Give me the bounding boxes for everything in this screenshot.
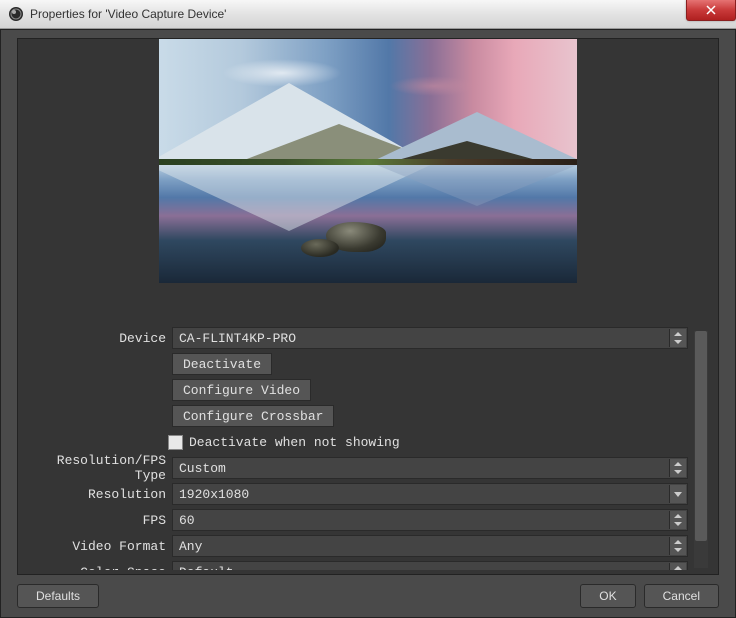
scrollbar[interactable] [694,331,708,568]
deactivate-when-not-showing-label: Deactivate when not showing [189,435,400,450]
video-preview [159,39,577,283]
video-format-combo[interactable]: Any [172,535,688,557]
resolution-fps-type-label: Resolution/FPS Type [18,453,172,483]
app-icon [8,6,24,22]
configure-video-button[interactable]: Configure Video [172,379,311,401]
chevron-down-icon[interactable] [669,485,686,503]
deactivate-when-not-showing-checkbox[interactable] [168,435,183,450]
content-panel: Device CA-FLINT4KP-PRO Deactivate Config [17,38,719,575]
form-area: Device CA-FLINT4KP-PRO Deactivate Config [18,291,688,570]
scrollbar-thumb[interactable] [695,331,707,541]
spin-icon[interactable] [669,563,686,570]
color-space-combo[interactable]: Default [172,561,688,570]
titlebar: Properties for 'Video Capture Device' [0,0,736,29]
color-space-value: Default [179,565,234,571]
video-format-label: Video Format [18,539,172,554]
video-format-value: Any [179,539,202,554]
dialog-body: Device CA-FLINT4KP-PRO Deactivate Config [0,29,736,618]
color-space-label: Color Space [18,565,172,571]
resolution-value: 1920x1080 [179,487,249,502]
spin-icon[interactable] [669,459,686,477]
dialog-footer: Defaults OK Cancel [17,583,719,609]
preview-area [18,39,718,285]
spin-icon[interactable] [669,537,686,555]
window-title: Properties for 'Video Capture Device' [30,7,226,21]
cancel-button[interactable]: Cancel [644,584,719,608]
deactivate-button[interactable]: Deactivate [172,353,272,375]
resolution-label: Resolution [18,487,172,502]
fps-label: FPS [18,513,172,528]
close-button[interactable] [686,0,736,21]
configure-crossbar-button[interactable]: Configure Crossbar [172,405,334,427]
fps-value: 60 [179,513,195,528]
ok-button[interactable]: OK [580,584,635,608]
spin-icon[interactable] [669,511,686,529]
spin-icon[interactable] [669,329,686,347]
device-label: Device [18,331,172,346]
resolution-fps-type-combo[interactable]: Custom [172,457,688,479]
device-combo[interactable]: CA-FLINT4KP-PRO [172,327,688,349]
device-value: CA-FLINT4KP-PRO [179,331,296,346]
resolution-combo[interactable]: 1920x1080 [172,483,688,505]
resolution-fps-type-value: Custom [179,461,226,476]
defaults-button[interactable]: Defaults [17,584,99,608]
fps-combo[interactable]: 60 [172,509,688,531]
